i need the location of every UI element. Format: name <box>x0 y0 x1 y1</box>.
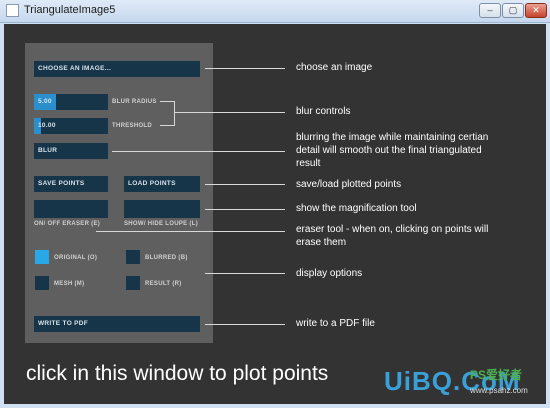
app-icon <box>6 4 19 17</box>
threshold-label: THRESHOLD <box>112 123 153 129</box>
title-bar[interactable]: TriangulateImage5 – ▢ ✕ <box>0 0 550 23</box>
close-button[interactable]: ✕ <box>525 3 547 18</box>
annotation-pdf: write to a PDF file <box>296 318 375 329</box>
watermark-url: www.psahz.com <box>470 386 528 395</box>
original-label: ORIGINAL (O) <box>54 255 98 261</box>
mesh-label: MESH (M) <box>54 281 85 287</box>
write-pdf-button[interactable]: WRITE TO PDF <box>34 316 200 332</box>
watermark-cn: PS爱好者 <box>470 368 523 382</box>
result-label: RESULT (R) <box>145 281 182 287</box>
window-title: TriangulateImage5 <box>24 4 116 16</box>
annotation-blur-desc-3: result <box>296 158 321 169</box>
leader-blur-controls <box>174 112 285 113</box>
watermark: UiBQ.CoM PS爱好者 www.psahz.com <box>384 364 546 404</box>
leader-blur-bracket <box>174 101 175 126</box>
annotation-blur-controls: blur controls <box>296 106 351 117</box>
annotation-eraser-2: erase them <box>296 237 347 248</box>
leader-eraser <box>96 231 285 232</box>
annotation-display: display options <box>296 268 363 279</box>
blur-button[interactable]: BLUR <box>34 143 108 159</box>
eraser-toggle-label: ON/ OFF ERASER (E) <box>34 221 101 227</box>
leader-magnify <box>205 209 285 210</box>
leader-threshold <box>160 125 174 126</box>
leader-display <box>205 273 285 274</box>
annotation-blur-desc-1: blurring the image while maintaining cer… <box>296 132 489 143</box>
blur-radius-value: 5.00 <box>38 98 52 105</box>
load-points-button[interactable]: LOAD POINTS <box>124 176 200 192</box>
original-toggle[interactable] <box>35 250 49 264</box>
leader-blur <box>112 151 285 152</box>
save-points-button[interactable]: SAVE POINTS <box>34 176 108 192</box>
loupe-toggle[interactable] <box>124 200 200 218</box>
loupe-toggle-label: SHOW/ HIDE LOUPE (L) <box>124 221 198 227</box>
threshold-value: 10.00 <box>38 122 56 129</box>
threshold-slider[interactable]: 10.00 <box>34 118 108 134</box>
annotation-blur-desc-2: detail will smooth out the final triangu… <box>296 145 482 156</box>
leader-pdf <box>205 324 285 325</box>
annotation-magnify: show the magnification tool <box>296 203 417 214</box>
leader-blur-radius <box>160 101 174 102</box>
choose-image-button[interactable]: CHOOSE AN IMAGE... <box>34 61 200 77</box>
maximize-button[interactable]: ▢ <box>502 3 524 18</box>
leader-choose <box>205 68 285 69</box>
eraser-toggle[interactable] <box>34 200 108 218</box>
app-window: TriangulateImage5 – ▢ ✕ CHOOSE AN IMAGE.… <box>0 0 550 408</box>
annotation-eraser-1: eraser tool - when on, clicking on point… <box>296 224 489 235</box>
result-toggle[interactable] <box>126 276 140 290</box>
canvas-hint: click in this window to plot points <box>26 362 329 385</box>
blur-radius-slider[interactable]: 5.00 <box>34 94 108 110</box>
leader-save-load <box>205 184 285 185</box>
mesh-toggle[interactable] <box>35 276 49 290</box>
blurred-toggle[interactable] <box>126 250 140 264</box>
blurred-label: BLURRED (B) <box>145 255 188 261</box>
minimize-button[interactable]: – <box>479 3 501 18</box>
annotation-choose: choose an image <box>296 62 373 73</box>
control-panel <box>25 43 213 343</box>
blur-radius-label: BLUR RADIUS <box>112 99 157 105</box>
annotation-save-load: save/load plotted points <box>296 179 402 190</box>
